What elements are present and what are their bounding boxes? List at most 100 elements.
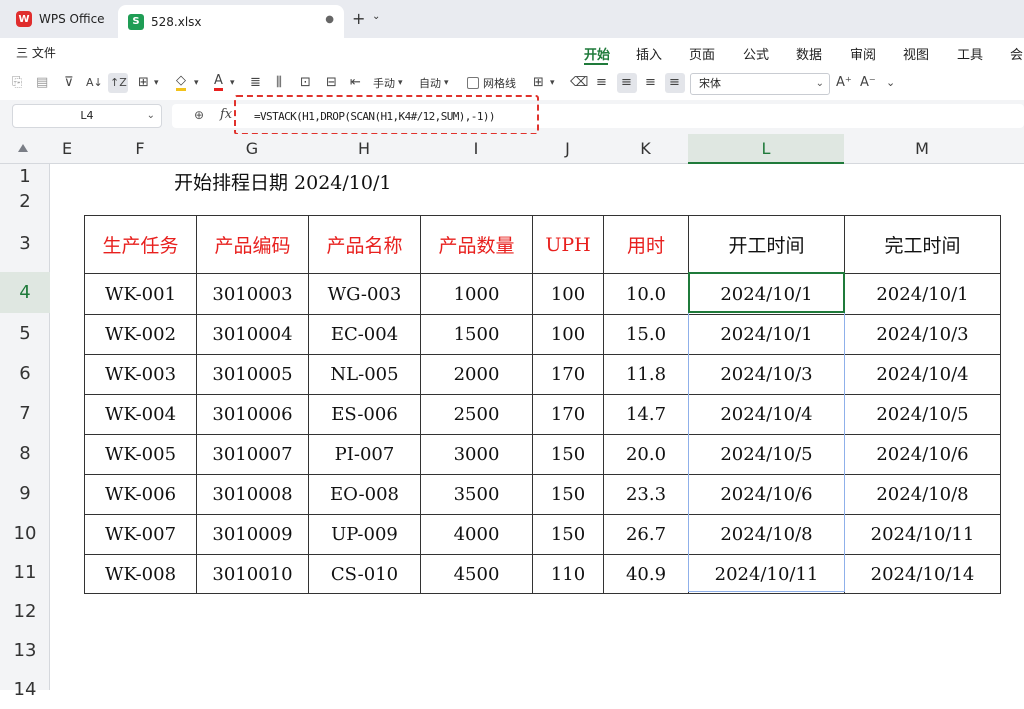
- cell-product-code[interactable]: 3010006: [196, 394, 309, 435]
- cell-quantity[interactable]: 1000: [420, 273, 533, 315]
- row-header-6[interactable]: 6: [0, 353, 50, 393]
- schedule-start-date[interactable]: 开始排程日期 2024/10/1: [174, 168, 391, 195]
- cell-task[interactable]: WK-002: [84, 314, 197, 355]
- cell-task[interactable]: WK-005: [84, 434, 197, 475]
- header-end-time[interactable]: 完工时间: [844, 215, 1001, 274]
- cell-style-icon[interactable]: ⊞: [533, 74, 544, 92]
- clear-format-icon[interactable]: ⌫: [570, 74, 588, 92]
- column-header-h[interactable]: H: [308, 134, 420, 164]
- auto-caret-icon[interactable]: ▾: [444, 74, 449, 92]
- menu-home[interactable]: 开始: [584, 44, 610, 63]
- menu-formula[interactable]: 公式: [743, 44, 769, 63]
- cell-product-code[interactable]: 3010005: [196, 354, 309, 395]
- increase-font-icon[interactable]: A⁺: [836, 74, 852, 92]
- cell-quantity[interactable]: 4500: [420, 554, 533, 594]
- new-tab-plus-icon[interactable]: +: [352, 9, 365, 28]
- cell-task[interactable]: WK-006: [84, 474, 197, 515]
- header-start-time[interactable]: 开工时间: [688, 215, 845, 274]
- cell-uph[interactable]: 170: [532, 354, 604, 395]
- cell-hours[interactable]: 26.7: [603, 514, 689, 555]
- cell-product-name[interactable]: EC-004: [308, 314, 421, 355]
- cell-quantity[interactable]: 4000: [420, 514, 533, 555]
- file-menu[interactable]: 三 文件: [16, 44, 56, 61]
- fill-color-caret-icon[interactable]: ▾: [194, 74, 199, 92]
- cell-product-code[interactable]: 3010007: [196, 434, 309, 475]
- row-header-8[interactable]: 8: [0, 433, 50, 473]
- align-center-icon[interactable]: ≡: [621, 74, 632, 92]
- column-header-f[interactable]: F: [84, 134, 196, 164]
- row-header-1[interactable]: 1: [0, 164, 50, 189]
- cell-end-time[interactable]: 2024/10/5: [844, 394, 1001, 435]
- column-header-m[interactable]: M: [844, 134, 1000, 164]
- column-width-icon[interactable]: ⫼: [276, 74, 282, 92]
- header-product-code[interactable]: 产品编码: [196, 215, 309, 274]
- wrap-mode-label[interactable]: 手动: [373, 75, 395, 91]
- fill-color-icon[interactable]: ◇: [176, 74, 186, 91]
- cell-hours[interactable]: 10.0: [603, 273, 689, 315]
- cell-uph[interactable]: 150: [532, 514, 604, 555]
- row-header-7[interactable]: 7: [0, 393, 50, 433]
- chevron-down-icon[interactable]: ⌄: [372, 11, 380, 22]
- column-header-i[interactable]: I: [420, 134, 532, 164]
- more-chevron-down-icon[interactable]: ⌄: [886, 74, 895, 92]
- cell-quantity[interactable]: 1500: [420, 314, 533, 355]
- cell-task[interactable]: WK-008: [84, 554, 197, 594]
- cell-end-time[interactable]: 2024/10/8: [844, 474, 1001, 515]
- row-header-2[interactable]: 2: [0, 189, 50, 214]
- cell-hours[interactable]: 23.3: [603, 474, 689, 515]
- menu-view[interactable]: 视图: [903, 44, 929, 63]
- cell-product-name[interactable]: ES-006: [308, 394, 421, 435]
- sort-ascending-icon[interactable]: A↓: [86, 74, 103, 92]
- zoom-search-icon[interactable]: ⊕: [194, 108, 204, 122]
- cell-style-caret-icon[interactable]: ▾: [550, 74, 555, 92]
- borders-icon[interactable]: ⊞: [138, 74, 149, 92]
- cell-quantity[interactable]: 2500: [420, 394, 533, 435]
- column-header-e[interactable]: E: [50, 134, 84, 164]
- cell-product-name[interactable]: EO-008: [308, 474, 421, 515]
- name-box-chevron-icon[interactable]: ⌄: [147, 105, 155, 127]
- cell-uph[interactable]: 170: [532, 394, 604, 435]
- cell-end-time[interactable]: 2024/10/3: [844, 314, 1001, 355]
- filter-icon[interactable]: ⊽: [64, 74, 74, 92]
- cell-hours[interactable]: 11.8: [603, 354, 689, 395]
- cell-hours[interactable]: 15.0: [603, 314, 689, 355]
- tab-wps-office-home[interactable]: W WPS Office: [6, 5, 114, 33]
- cell-product-code[interactable]: 3010009: [196, 514, 309, 555]
- unsaved-dot-icon[interactable]: ●: [325, 14, 334, 25]
- column-header-g[interactable]: G: [196, 134, 308, 164]
- cell-hours[interactable]: 40.9: [603, 554, 689, 594]
- cell-task[interactable]: WK-003: [84, 354, 197, 395]
- cell-task[interactable]: WK-007: [84, 514, 197, 555]
- tab-workbook[interactable]: S 528.xlsx ●: [118, 5, 344, 38]
- cell-uph[interactable]: 150: [532, 474, 604, 515]
- cell-quantity[interactable]: 3000: [420, 434, 533, 475]
- row-header-11[interactable]: 11: [0, 553, 50, 592]
- menu-tools[interactable]: 工具: [957, 44, 983, 63]
- cell-end-time[interactable]: 2024/10/4: [844, 354, 1001, 395]
- cell-uph[interactable]: 110: [532, 554, 604, 594]
- row-header-13[interactable]: 13: [0, 631, 50, 670]
- font-color-icon[interactable]: A: [214, 74, 223, 91]
- align-left-tools-icon[interactable]: ≣: [250, 74, 261, 92]
- menu-insert[interactable]: 插入: [636, 44, 662, 63]
- row-header-10[interactable]: 10: [0, 513, 50, 553]
- row-header-12[interactable]: 12: [0, 592, 50, 631]
- decrease-font-icon[interactable]: A⁻: [860, 74, 876, 92]
- cell-uph[interactable]: 100: [532, 273, 604, 315]
- row-header-4[interactable]: 4: [0, 272, 50, 313]
- header-task[interactable]: 生产任务: [84, 215, 197, 274]
- cell-product-name[interactable]: NL-005: [308, 354, 421, 395]
- name-box[interactable]: L4 ⌄: [12, 104, 162, 128]
- menu-data[interactable]: 数据: [796, 44, 822, 63]
- cell-uph[interactable]: 100: [532, 314, 604, 355]
- cell-product-code[interactable]: 3010004: [196, 314, 309, 355]
- column-header-l[interactable]: L: [688, 134, 844, 164]
- cell-product-code[interactable]: 3010003: [196, 273, 309, 315]
- header-quantity[interactable]: 产品数量: [420, 215, 533, 274]
- gridlines-checkbox[interactable]: [467, 77, 479, 89]
- cell-task[interactable]: WK-001: [84, 273, 197, 315]
- font-color-caret-icon[interactable]: ▾: [230, 74, 235, 92]
- cell-end-time[interactable]: 2024/10/6: [844, 434, 1001, 475]
- cell-product-code[interactable]: 3010010: [196, 554, 309, 594]
- menu-page[interactable]: 页面: [689, 44, 715, 63]
